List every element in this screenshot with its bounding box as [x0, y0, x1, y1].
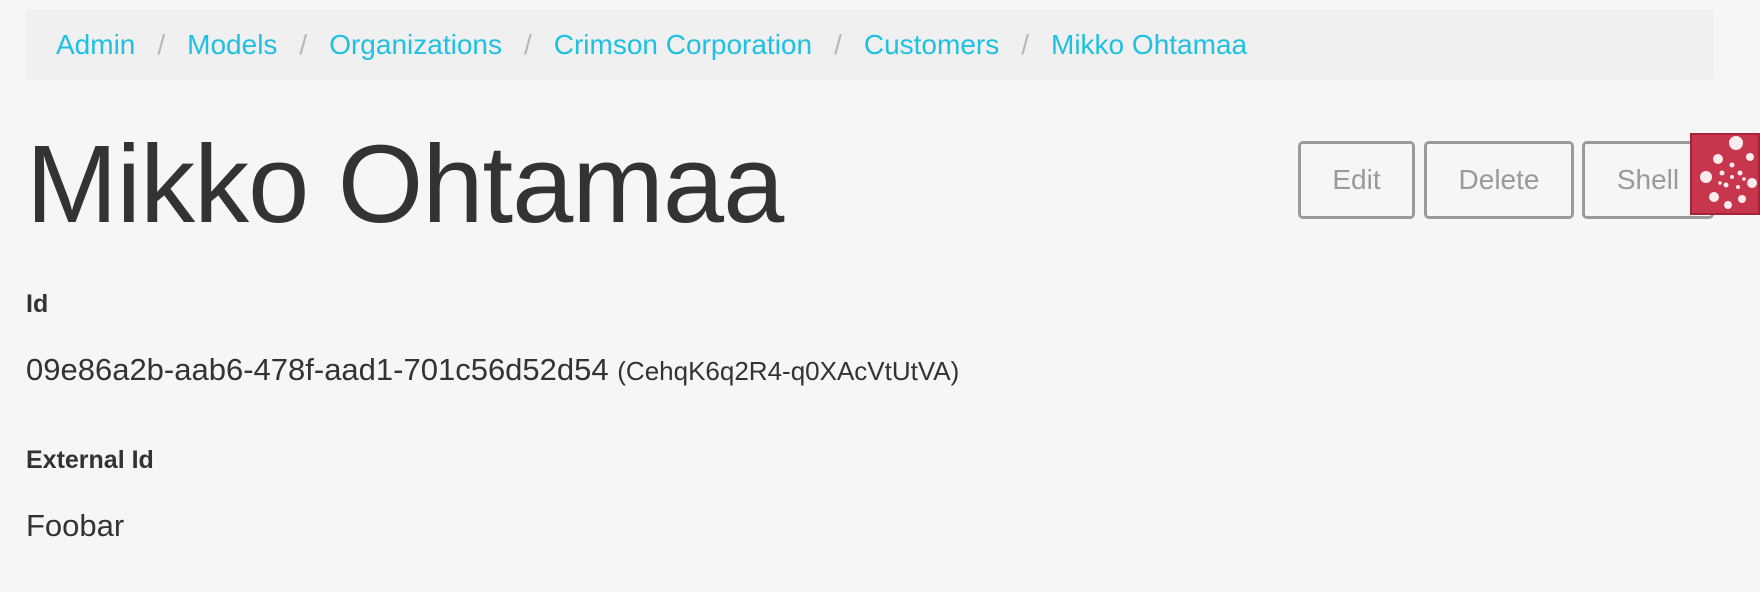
edit-button[interactable]: Edit	[1298, 141, 1415, 219]
page-title: Mikko Ohtamaa	[26, 123, 784, 246]
breadcrumb-separator: /	[834, 29, 842, 60]
breadcrumb-separator: /	[523, 29, 532, 60]
breadcrumb-crimson-corporation[interactable]: Crimson Corporation	[554, 29, 812, 61]
page: Admin / Models / Organizations / Crimson…	[0, 0, 1760, 592]
id-uuid: 09e86a2b-aab6-478f-aad1-701c56d52d54	[26, 352, 609, 387]
breadcrumb-separator: /	[157, 29, 166, 60]
breadcrumb: Admin / Models / Organizations / Crimson…	[26, 10, 1714, 80]
breadcrumb-models[interactable]: Models	[187, 29, 277, 61]
breadcrumb-customers[interactable]: Customers	[864, 29, 999, 61]
breadcrumb-organizations[interactable]: Organizations	[329, 29, 502, 61]
delete-button[interactable]: Delete	[1424, 141, 1574, 219]
breadcrumb-admin[interactable]: Admin	[56, 29, 135, 61]
id-value: 09e86a2b-aab6-478f-aad1-701c56d52d54 (Ce…	[26, 352, 959, 388]
external-id-value: Foobar	[26, 508, 125, 543]
external-id-label: External Id	[26, 446, 154, 474]
breadcrumb-separator: /	[299, 29, 308, 60]
breadcrumb-current-customer[interactable]: Mikko Ohtamaa	[1051, 29, 1247, 61]
id-short: (CehqK6q2R4-q0XAcVtUtVA)	[617, 356, 960, 386]
breadcrumb-separator: /	[1021, 29, 1030, 60]
id-label: Id	[26, 290, 49, 318]
spiral-dots-icon[interactable]	[1690, 133, 1760, 215]
